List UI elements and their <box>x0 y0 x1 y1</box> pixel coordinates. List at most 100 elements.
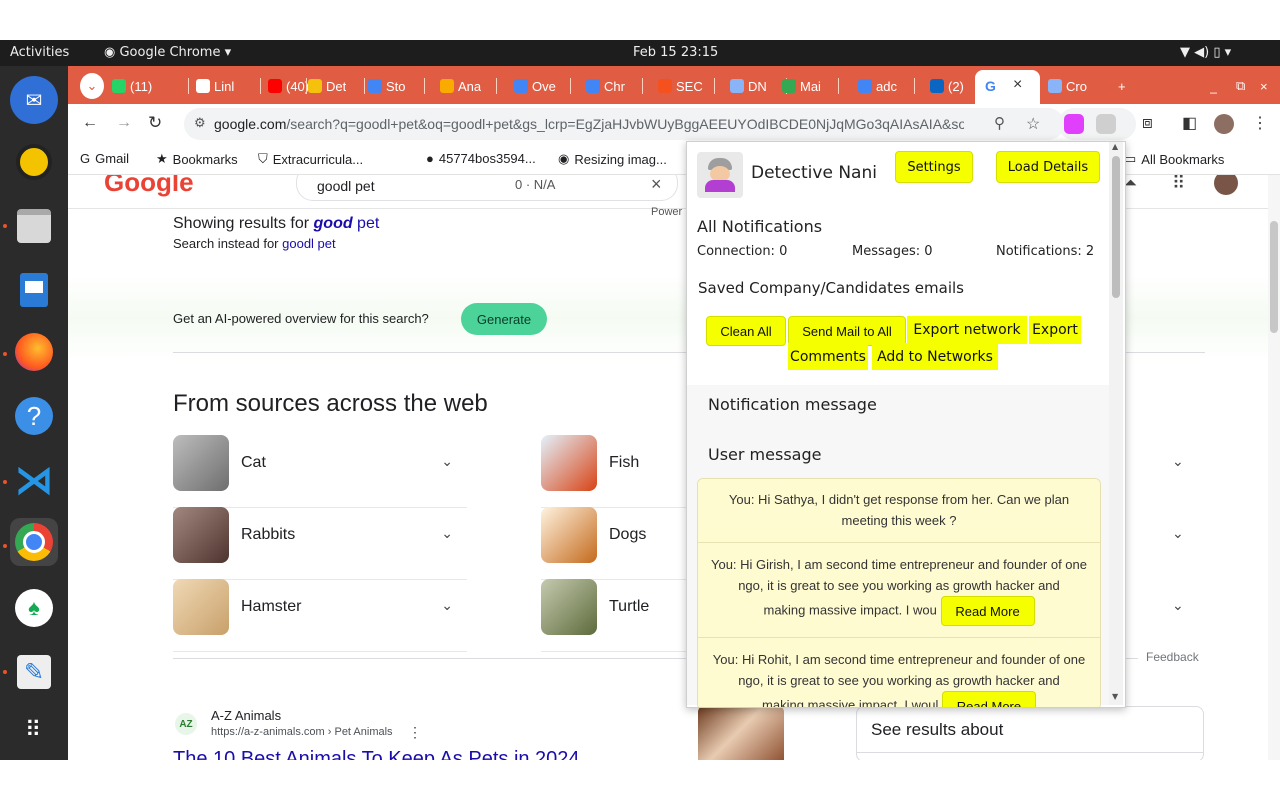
profile-avatar[interactable] <box>1214 114 1234 134</box>
load-details-button[interactable]: Load Details <box>996 151 1100 183</box>
browser-tab[interactable]: Sto <box>368 73 406 99</box>
google-logo[interactable]: Google <box>104 175 194 198</box>
detective-nani-extension-icon[interactable] <box>1096 114 1116 134</box>
active-tab[interactable]: G × <box>975 70 1040 104</box>
forward-icon[interactable]: → <box>116 114 132 132</box>
panel-scrollbar-thumb[interactable] <box>1112 156 1120 298</box>
page-scrollbar-thumb[interactable] <box>1270 221 1278 333</box>
reload-icon[interactable]: ↻ <box>148 113 162 133</box>
chrome-dock-icon[interactable] <box>10 518 58 566</box>
topic-item[interactable]: Cat ⌄ <box>173 435 467 508</box>
tab-search-button[interactable]: ⌄ <box>80 73 104 99</box>
chrome-menu-icon[interactable]: ⋮ <box>1252 113 1268 133</box>
user-message-item: You: Hi Sathya, I didn't get response fr… <box>698 479 1100 543</box>
generate-button[interactable]: Generate <box>461 303 547 335</box>
address-bar[interactable]: ⚙ google.com/search?q=goodl+pet&oq=goodl… <box>184 108 1064 140</box>
extension-icon-1[interactable] <box>1064 114 1084 134</box>
clock[interactable]: Feb 15 23:15 <box>633 45 718 60</box>
browser-tab[interactable]: Ana <box>440 73 481 99</box>
send-mail-all-button[interactable]: Send Mail to All <box>788 316 906 346</box>
chevron-down-icon[interactable]: ⌄ <box>1172 597 1184 614</box>
new-tab-button[interactable]: + <box>1118 73 1126 99</box>
writer-icon[interactable] <box>10 266 58 314</box>
close-tab-icon[interactable]: × <box>1013 76 1022 94</box>
result-menu-icon[interactable]: ⋮ <box>408 724 422 741</box>
extensions-puzzle-icon[interactable]: ⧈ <box>1142 113 1153 133</box>
apps-grid-icon[interactable]: ⠿ <box>1172 175 1185 194</box>
mongodb-compass-icon[interactable]: ♠ <box>10 584 58 632</box>
read-more-button[interactable]: Read More <box>941 691 1036 707</box>
chevron-down-icon[interactable]: ⌄ <box>1172 453 1184 470</box>
browser-tab[interactable]: adc <box>858 73 897 99</box>
export-comments-button-top[interactable]: Export <box>1029 316 1081 344</box>
help-icon[interactable]: ? <box>10 392 58 440</box>
page-scrollbar[interactable] <box>1268 175 1280 760</box>
bookmark-item[interactable]: ◉ Resizing imag... <box>558 151 667 167</box>
chevron-down-icon[interactable]: ⌄ <box>1172 525 1184 542</box>
corrected-term-link[interactable]: good <box>314 215 353 232</box>
browser-tab[interactable]: Linl <box>196 73 234 99</box>
tab-favicon-icon <box>782 79 796 93</box>
browser-tab[interactable]: DN <box>730 73 767 99</box>
close-window-button[interactable]: × <box>1260 73 1268 99</box>
bookmark-icon: ★ <box>156 151 168 166</box>
notification-message-heading[interactable]: Notification message <box>708 395 877 414</box>
browser-tab[interactable]: Mai <box>782 73 821 99</box>
clean-all-button[interactable]: Clean All <box>706 316 786 346</box>
bookmark-item[interactable]: G Gmail <box>80 151 129 166</box>
browser-tab[interactable]: (11) <box>112 73 152 99</box>
side-panel-icon[interactable]: ◧ <box>1182 113 1197 133</box>
browser-tab[interactable]: Chr <box>586 73 625 99</box>
app-menu[interactable]: ◉ Google Chrome ▾ <box>104 45 231 60</box>
rhythmbox-icon[interactable] <box>10 138 58 186</box>
result-title-link[interactable]: The 10 Best Animals To Keep As Pets in 2… <box>173 748 580 760</box>
account-avatar[interactable] <box>1214 175 1238 195</box>
topic-item[interactable]: Rabbits ⌄ <box>173 507 467 580</box>
site-info-icon[interactable]: ⚙ <box>194 115 206 131</box>
food-thumbnail[interactable] <box>698 706 784 760</box>
all-bookmarks-folder[interactable]: ▭ All Bookmarks <box>1124 151 1224 167</box>
bookmark-item[interactable]: ★ Bookmarks <box>156 151 238 167</box>
thunderbird-icon[interactable]: ✉ <box>10 76 58 124</box>
system-tray-icons[interactable]: ▼ ◀) ▯ ▾ <box>1180 45 1231 60</box>
minimize-button[interactable]: _ <box>1210 73 1217 99</box>
show-apps-icon[interactable]: ⠿ <box>10 706 58 754</box>
restore-button[interactable]: ⧉ <box>1236 73 1245 99</box>
firefox-icon[interactable] <box>10 328 58 376</box>
user-message-heading[interactable]: User message <box>708 445 821 464</box>
clear-search-icon[interactable]: × <box>651 175 662 195</box>
bookmark-item[interactable]: ● 45774bos3594... <box>426 151 536 166</box>
files-icon[interactable] <box>10 202 58 250</box>
add-to-networks-button[interactable]: Add to Networks <box>872 343 998 370</box>
chevron-down-icon[interactable]: ⌄ <box>441 453 453 470</box>
browser-tab[interactable]: SEC <box>658 73 703 99</box>
read-more-button[interactable]: Read More <box>940 596 1035 626</box>
chevron-down-icon[interactable]: ⌄ <box>441 597 453 614</box>
browser-tab[interactable]: Cro <box>1048 73 1087 99</box>
bookmark-item[interactable]: ⛉ Extracurricula... <box>258 151 363 167</box>
result-site-name[interactable]: A-Z Animals <box>211 708 281 723</box>
scroll-down-icon[interactable]: ▼ <box>1112 692 1118 701</box>
browser-tab[interactable]: (2) <box>930 73 964 99</box>
location-icon[interactable]: ⚲ <box>994 114 1005 132</box>
export-network-button[interactable]: Export network <box>907 316 1027 344</box>
text-editor-icon[interactable]: ✎ <box>10 648 58 696</box>
chevron-down-icon[interactable]: ⌄ <box>441 525 453 542</box>
bookmark-star-icon[interactable]: ☆ <box>1026 114 1040 134</box>
browser-tab[interactable]: (40) <box>268 73 309 99</box>
search-instead-link[interactable]: goodl pet <box>282 236 336 251</box>
back-icon[interactable]: ← <box>82 114 98 132</box>
panel-scrollbar[interactable]: ▲ ▼ <box>1109 142 1123 705</box>
activities-button[interactable]: Activities <box>10 45 69 60</box>
search-box[interactable]: goodl pet 0 · N/A × <box>296 175 678 201</box>
result-site-url[interactable]: https://a-z-animals.com › Pet Animals <box>211 726 393 738</box>
scroll-up-icon[interactable]: ▲ <box>1112 142 1118 151</box>
feedback-link[interactable]: Feedback <box>1146 650 1199 664</box>
browser-tab[interactable]: Ove <box>514 73 556 99</box>
browser-tab[interactable]: Det <box>308 73 346 99</box>
settings-button[interactable]: Settings <box>895 151 973 183</box>
system-top-bar: Activities ◉ Google Chrome ▾ Feb 15 23:1… <box>0 40 1280 66</box>
topic-item[interactable]: Hamster ⌄ <box>173 579 467 652</box>
export-comments-button-bottom[interactable]: Comments <box>788 343 868 370</box>
vscode-icon[interactable]: ⋊ <box>10 456 58 504</box>
